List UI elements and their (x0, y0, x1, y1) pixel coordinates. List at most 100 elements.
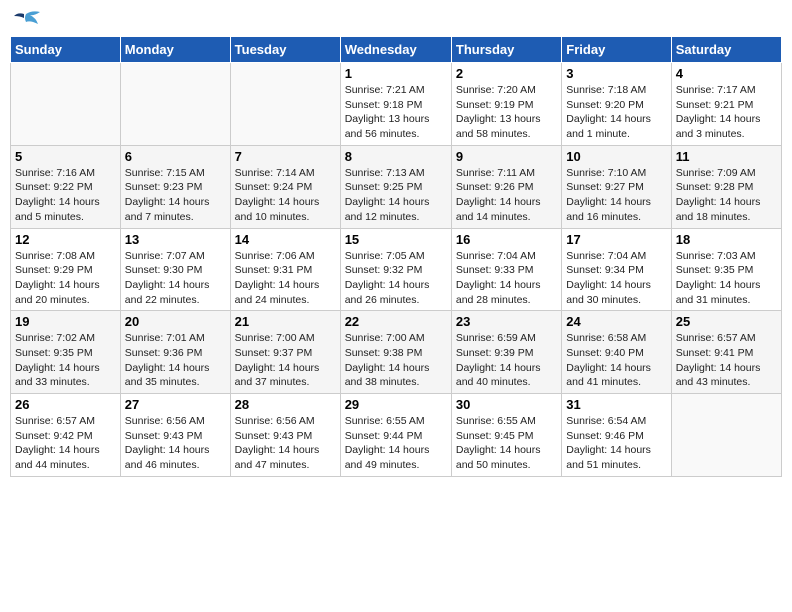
col-header-friday: Friday (562, 37, 671, 63)
page-header (10, 10, 782, 30)
day-detail: Sunrise: 7:08 AMSunset: 9:29 PMDaylight:… (15, 249, 116, 308)
calendar-cell: 2 Sunrise: 7:20 AMSunset: 9:19 PMDayligh… (451, 63, 561, 146)
calendar-cell: 25 Sunrise: 6:57 AMSunset: 9:41 PMDaylig… (671, 311, 781, 394)
logo (10, 10, 46, 30)
day-number: 5 (15, 149, 116, 164)
calendar-cell: 3 Sunrise: 7:18 AMSunset: 9:20 PMDayligh… (562, 63, 671, 146)
day-number: 22 (345, 314, 447, 329)
day-detail: Sunrise: 7:01 AMSunset: 9:36 PMDaylight:… (125, 331, 226, 390)
calendar-cell: 15 Sunrise: 7:05 AMSunset: 9:32 PMDaylig… (340, 228, 451, 311)
calendar-cell: 8 Sunrise: 7:13 AMSunset: 9:25 PMDayligh… (340, 145, 451, 228)
day-number: 14 (235, 232, 336, 247)
day-number: 9 (456, 149, 557, 164)
day-detail: Sunrise: 6:55 AMSunset: 9:45 PMDaylight:… (456, 414, 557, 473)
calendar-cell: 5 Sunrise: 7:16 AMSunset: 9:22 PMDayligh… (11, 145, 121, 228)
calendar-cell: 20 Sunrise: 7:01 AMSunset: 9:36 PMDaylig… (120, 311, 230, 394)
col-header-sunday: Sunday (11, 37, 121, 63)
day-detail: Sunrise: 7:15 AMSunset: 9:23 PMDaylight:… (125, 166, 226, 225)
day-number: 8 (345, 149, 447, 164)
day-detail: Sunrise: 7:06 AMSunset: 9:31 PMDaylight:… (235, 249, 336, 308)
day-number: 30 (456, 397, 557, 412)
day-detail: Sunrise: 7:07 AMSunset: 9:30 PMDaylight:… (125, 249, 226, 308)
calendar-cell: 16 Sunrise: 7:04 AMSunset: 9:33 PMDaylig… (451, 228, 561, 311)
day-number: 16 (456, 232, 557, 247)
logo-bird-icon (10, 10, 42, 32)
calendar-cell: 11 Sunrise: 7:09 AMSunset: 9:28 PMDaylig… (671, 145, 781, 228)
calendar-cell: 14 Sunrise: 7:06 AMSunset: 9:31 PMDaylig… (230, 228, 340, 311)
day-number: 24 (566, 314, 666, 329)
calendar-cell: 22 Sunrise: 7:00 AMSunset: 9:38 PMDaylig… (340, 311, 451, 394)
day-detail: Sunrise: 6:55 AMSunset: 9:44 PMDaylight:… (345, 414, 447, 473)
col-header-tuesday: Tuesday (230, 37, 340, 63)
day-number: 10 (566, 149, 666, 164)
day-detail: Sunrise: 7:00 AMSunset: 9:37 PMDaylight:… (235, 331, 336, 390)
col-header-thursday: Thursday (451, 37, 561, 63)
day-number: 2 (456, 66, 557, 81)
day-number: 4 (676, 66, 777, 81)
calendar-cell: 9 Sunrise: 7:11 AMSunset: 9:26 PMDayligh… (451, 145, 561, 228)
calendar-cell: 24 Sunrise: 6:58 AMSunset: 9:40 PMDaylig… (562, 311, 671, 394)
day-detail: Sunrise: 7:04 AMSunset: 9:34 PMDaylight:… (566, 249, 666, 308)
calendar-cell (671, 394, 781, 477)
day-detail: Sunrise: 7:03 AMSunset: 9:35 PMDaylight:… (676, 249, 777, 308)
calendar-cell: 10 Sunrise: 7:10 AMSunset: 9:27 PMDaylig… (562, 145, 671, 228)
day-number: 31 (566, 397, 666, 412)
calendar-cell: 27 Sunrise: 6:56 AMSunset: 9:43 PMDaylig… (120, 394, 230, 477)
calendar-cell: 30 Sunrise: 6:55 AMSunset: 9:45 PMDaylig… (451, 394, 561, 477)
calendar-cell: 17 Sunrise: 7:04 AMSunset: 9:34 PMDaylig… (562, 228, 671, 311)
day-detail: Sunrise: 7:14 AMSunset: 9:24 PMDaylight:… (235, 166, 336, 225)
day-detail: Sunrise: 7:05 AMSunset: 9:32 PMDaylight:… (345, 249, 447, 308)
day-number: 6 (125, 149, 226, 164)
calendar-cell: 7 Sunrise: 7:14 AMSunset: 9:24 PMDayligh… (230, 145, 340, 228)
day-detail: Sunrise: 6:57 AMSunset: 9:42 PMDaylight:… (15, 414, 116, 473)
calendar-cell: 29 Sunrise: 6:55 AMSunset: 9:44 PMDaylig… (340, 394, 451, 477)
day-detail: Sunrise: 7:09 AMSunset: 9:28 PMDaylight:… (676, 166, 777, 225)
day-detail: Sunrise: 7:17 AMSunset: 9:21 PMDaylight:… (676, 83, 777, 142)
day-number: 11 (676, 149, 777, 164)
calendar-cell: 18 Sunrise: 7:03 AMSunset: 9:35 PMDaylig… (671, 228, 781, 311)
col-header-monday: Monday (120, 37, 230, 63)
day-number: 12 (15, 232, 116, 247)
calendar-cell: 1 Sunrise: 7:21 AMSunset: 9:18 PMDayligh… (340, 63, 451, 146)
calendar-cell (230, 63, 340, 146)
day-detail: Sunrise: 7:20 AMSunset: 9:19 PMDaylight:… (456, 83, 557, 142)
day-detail: Sunrise: 7:04 AMSunset: 9:33 PMDaylight:… (456, 249, 557, 308)
day-detail: Sunrise: 7:10 AMSunset: 9:27 PMDaylight:… (566, 166, 666, 225)
day-number: 7 (235, 149, 336, 164)
day-number: 17 (566, 232, 666, 247)
day-detail: Sunrise: 7:13 AMSunset: 9:25 PMDaylight:… (345, 166, 447, 225)
day-number: 28 (235, 397, 336, 412)
day-number: 25 (676, 314, 777, 329)
day-detail: Sunrise: 6:54 AMSunset: 9:46 PMDaylight:… (566, 414, 666, 473)
day-number: 20 (125, 314, 226, 329)
day-detail: Sunrise: 6:58 AMSunset: 9:40 PMDaylight:… (566, 331, 666, 390)
day-detail: Sunrise: 7:02 AMSunset: 9:35 PMDaylight:… (15, 331, 116, 390)
day-number: 29 (345, 397, 447, 412)
calendar-cell: 28 Sunrise: 6:56 AMSunset: 9:43 PMDaylig… (230, 394, 340, 477)
calendar-cell: 23 Sunrise: 6:59 AMSunset: 9:39 PMDaylig… (451, 311, 561, 394)
calendar-cell: 31 Sunrise: 6:54 AMSunset: 9:46 PMDaylig… (562, 394, 671, 477)
calendar-cell: 26 Sunrise: 6:57 AMSunset: 9:42 PMDaylig… (11, 394, 121, 477)
day-detail: Sunrise: 7:11 AMSunset: 9:26 PMDaylight:… (456, 166, 557, 225)
day-detail: Sunrise: 7:00 AMSunset: 9:38 PMDaylight:… (345, 331, 447, 390)
day-detail: Sunrise: 7:21 AMSunset: 9:18 PMDaylight:… (345, 83, 447, 142)
calendar-table: SundayMondayTuesdayWednesdayThursdayFrid… (10, 36, 782, 477)
day-number: 23 (456, 314, 557, 329)
day-detail: Sunrise: 6:56 AMSunset: 9:43 PMDaylight:… (125, 414, 226, 473)
calendar-cell: 19 Sunrise: 7:02 AMSunset: 9:35 PMDaylig… (11, 311, 121, 394)
col-header-saturday: Saturday (671, 37, 781, 63)
calendar-cell (120, 63, 230, 146)
day-number: 13 (125, 232, 226, 247)
day-number: 19 (15, 314, 116, 329)
calendar-cell (11, 63, 121, 146)
day-number: 26 (15, 397, 116, 412)
calendar-cell: 4 Sunrise: 7:17 AMSunset: 9:21 PMDayligh… (671, 63, 781, 146)
day-detail: Sunrise: 7:16 AMSunset: 9:22 PMDaylight:… (15, 166, 116, 225)
calendar-cell: 21 Sunrise: 7:00 AMSunset: 9:37 PMDaylig… (230, 311, 340, 394)
day-number: 18 (676, 232, 777, 247)
day-detail: Sunrise: 6:59 AMSunset: 9:39 PMDaylight:… (456, 331, 557, 390)
day-detail: Sunrise: 7:18 AMSunset: 9:20 PMDaylight:… (566, 83, 666, 142)
day-number: 3 (566, 66, 666, 81)
day-detail: Sunrise: 6:56 AMSunset: 9:43 PMDaylight:… (235, 414, 336, 473)
calendar-cell: 6 Sunrise: 7:15 AMSunset: 9:23 PMDayligh… (120, 145, 230, 228)
